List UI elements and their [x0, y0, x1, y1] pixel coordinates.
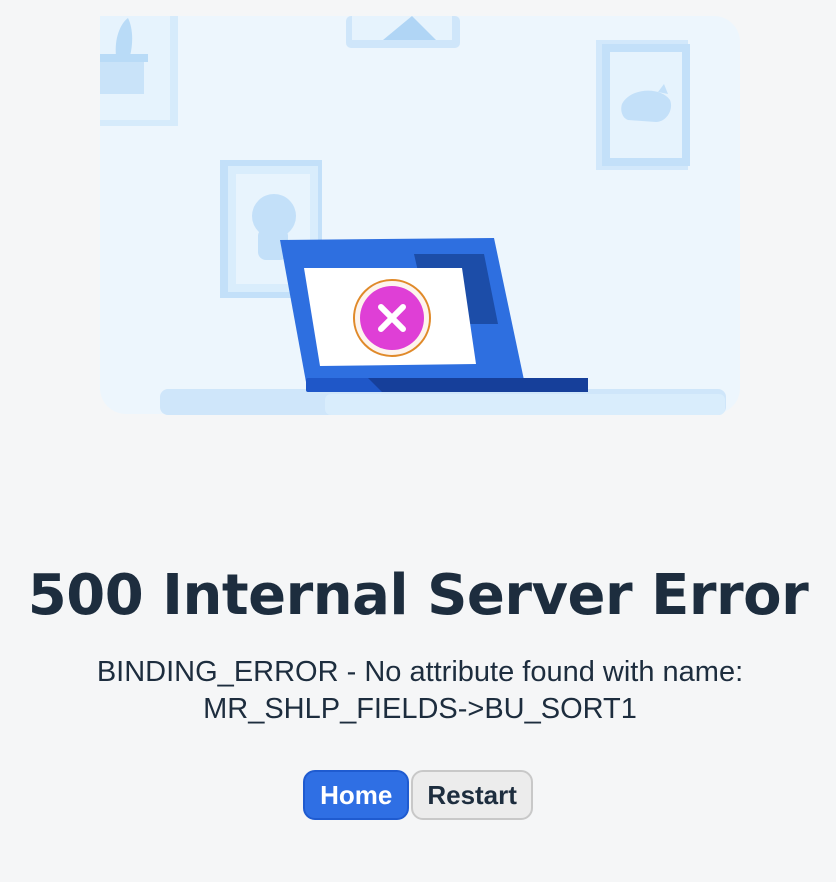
- home-button[interactable]: Home: [303, 770, 410, 820]
- cat-frame-icon: [596, 40, 690, 170]
- broken-laptop-illustration: [100, 16, 740, 415]
- restart-button[interactable]: Restart: [411, 770, 533, 820]
- error-x-icon: [353, 279, 431, 357]
- plant-frame-icon: [100, 16, 178, 126]
- error-page: 500 Internal Server Error BINDING_ERROR …: [0, 0, 836, 882]
- mountain-frame-icon: [346, 16, 460, 48]
- action-buttons: Home Restart: [0, 770, 836, 820]
- error-message: BINDING_ERROR - No attribute found with …: [96, 656, 744, 725]
- error-title: 500 Internal Server Error: [27, 562, 809, 628]
